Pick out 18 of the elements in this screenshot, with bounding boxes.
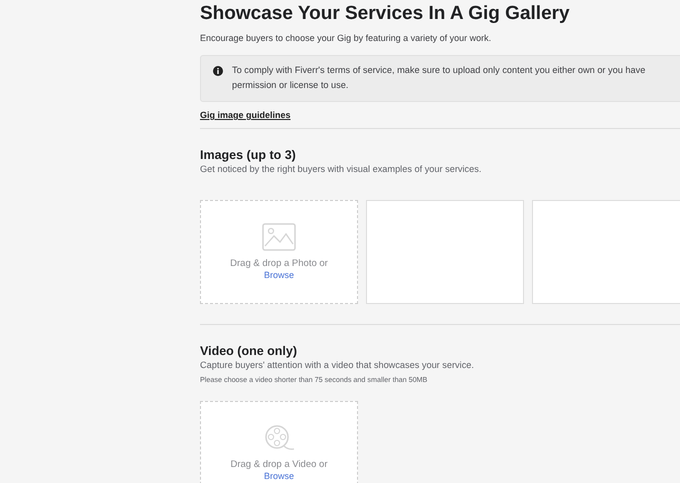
empty-image-slot[interactable] (366, 200, 524, 304)
browse-link[interactable]: Browse (264, 471, 294, 482)
section-heading: Video (one only) (200, 344, 298, 359)
section-heading: Images (up to 3) (200, 148, 297, 163)
section-description: Get noticed by the right buyers with visual examples of your services. (200, 163, 482, 176)
info-icon (213, 66, 223, 76)
section-description: Capture buyers' attention with a video that showcases your service. (200, 359, 475, 372)
guidelines-link[interactable]: Gig image guidelines (200, 109, 291, 121)
image-icon (262, 223, 296, 251)
upload-dropzone[interactable]: Drag & drop a Photo or Browse (200, 200, 358, 304)
dropzone-text: Drag & drop a Photo or (230, 257, 328, 270)
page-title: Showcase Your Services In A Gig Gallery (200, 2, 571, 26)
upload-dropzone[interactable]: Drag & drop a Video or Browse (200, 401, 358, 483)
empty-image-slot[interactable] (532, 200, 680, 304)
browse-link[interactable]: Browse (264, 270, 294, 281)
page-subtitle: Encourage buyers to choose your Gig by featuring a variety of your work. (200, 32, 492, 45)
dropzone-text: Drag & drop a Video or (230, 458, 328, 471)
notice-text: To comply with Fiverr's terms of service, make sure to upload only content you either own or you have permission or license to use. (232, 64, 646, 92)
